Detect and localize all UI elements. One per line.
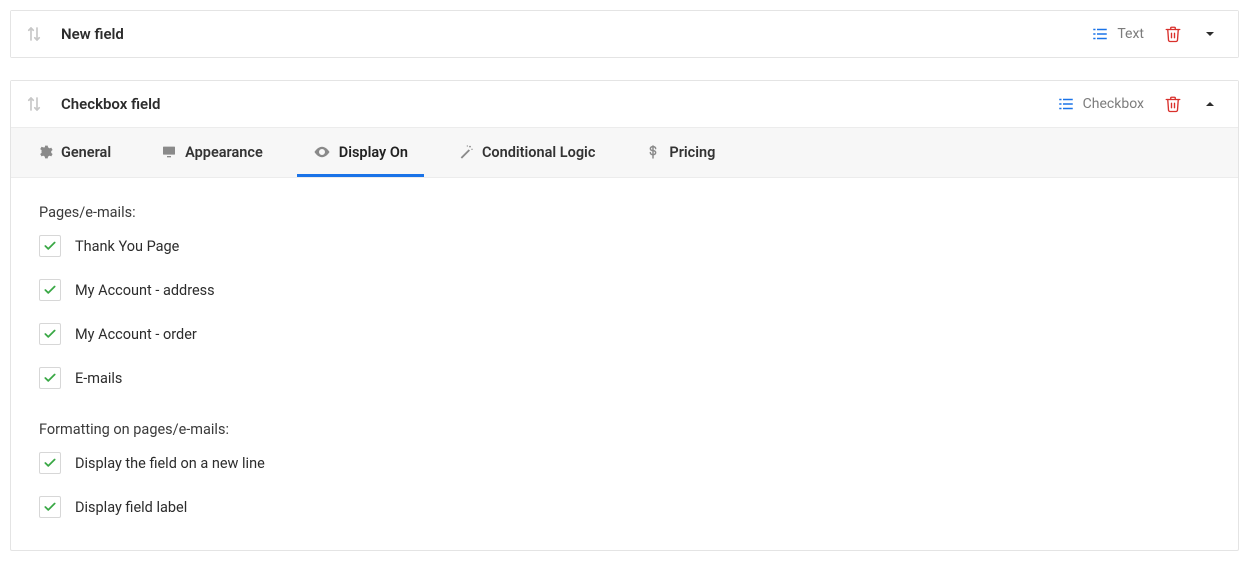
tab-general[interactable]: General xyxy=(21,128,127,177)
field-header-actions: Checkbox xyxy=(1057,95,1218,113)
tab-pricing[interactable]: Pricing xyxy=(629,128,731,177)
field-title: New field xyxy=(61,25,1091,43)
field-type-button[interactable]: Text xyxy=(1091,25,1144,43)
field-title: Checkbox field xyxy=(61,95,1057,113)
checkbox[interactable] xyxy=(39,323,61,345)
field-header-actions: Text xyxy=(1091,25,1218,43)
checkbox[interactable] xyxy=(39,452,61,474)
checkbox-label: Display field label xyxy=(75,499,187,516)
checkbox-label: My Account - address xyxy=(75,282,215,299)
dollar-icon xyxy=(645,144,661,160)
field-card: New field Text xyxy=(10,10,1239,58)
gear-icon xyxy=(37,144,53,160)
checkbox-label: Display the field on a new line xyxy=(75,455,265,472)
checkbox-label: Thank You Page xyxy=(75,238,179,255)
drag-handle-icon[interactable] xyxy=(25,95,43,113)
field-type-label: Checkbox xyxy=(1083,96,1144,112)
drag-handle-icon[interactable] xyxy=(25,25,43,43)
checkbox[interactable] xyxy=(39,367,61,389)
list-icon xyxy=(1091,25,1109,43)
field-type-button[interactable]: Checkbox xyxy=(1057,95,1144,113)
list-icon xyxy=(1057,95,1075,113)
tab-appearance[interactable]: Appearance xyxy=(145,128,279,177)
wand-icon xyxy=(458,144,474,160)
trash-icon[interactable] xyxy=(1164,95,1182,113)
field-card: Checkbox field Checkbox General xyxy=(10,80,1239,551)
checkbox[interactable] xyxy=(39,496,61,518)
eye-icon xyxy=(313,143,331,161)
tab-label: Display On xyxy=(339,144,408,161)
tab-label: General xyxy=(61,144,111,161)
tab-display-on[interactable]: Display On xyxy=(297,128,424,177)
trash-icon[interactable] xyxy=(1164,25,1182,43)
option-row: My Account - address xyxy=(39,279,1210,301)
expand-toggle[interactable] xyxy=(1202,26,1218,42)
tab-label: Conditional Logic xyxy=(482,144,595,161)
checkbox-label: My Account - order xyxy=(75,326,197,343)
option-row: Display the field on a new line xyxy=(39,452,1210,474)
section-label-formatting: Formatting on pages/e-mails: xyxy=(39,421,1210,438)
checkbox[interactable] xyxy=(39,279,61,301)
checkbox-label: E-mails xyxy=(75,370,122,387)
field-header: New field Text xyxy=(11,11,1238,57)
field-header: Checkbox field Checkbox xyxy=(11,81,1238,127)
option-row: Display field label xyxy=(39,496,1210,518)
tab-conditional-logic[interactable]: Conditional Logic xyxy=(442,128,611,177)
collapse-toggle[interactable] xyxy=(1202,96,1218,112)
field-type-label: Text xyxy=(1117,26,1144,42)
monitor-icon xyxy=(161,144,177,160)
field-tabs: General Appearance Display On Conditiona… xyxy=(11,127,1238,178)
checkbox[interactable] xyxy=(39,235,61,257)
tab-label: Appearance xyxy=(185,144,263,161)
option-row: My Account - order xyxy=(39,323,1210,345)
section-label-pages: Pages/e-mails: xyxy=(39,204,1210,221)
tab-label: Pricing xyxy=(669,144,715,161)
option-row: E-mails xyxy=(39,367,1210,389)
display-on-panel: Pages/e-mails: Thank You Page My Account… xyxy=(11,178,1238,550)
option-row: Thank You Page xyxy=(39,235,1210,257)
